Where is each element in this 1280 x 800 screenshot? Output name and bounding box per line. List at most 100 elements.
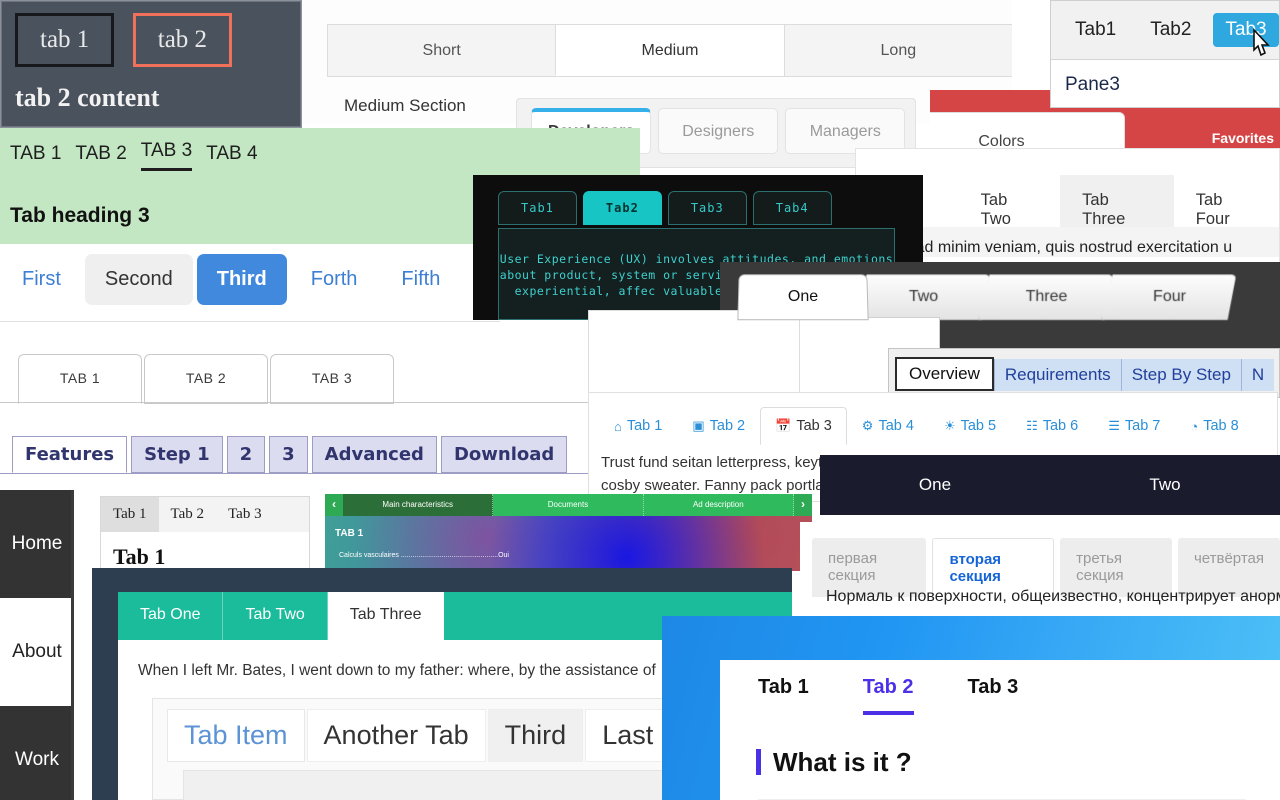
- tab-tab-2[interactable]: tab 2: [132, 13, 233, 67]
- tab-tab-2[interactable]: TAB 2: [75, 143, 126, 171]
- prev-arrow-icon[interactable]: ‹: [325, 494, 343, 516]
- tab-tab-two[interactable]: Tab Two: [223, 592, 328, 640]
- tab-main-characteristics[interactable]: Main characteristics: [343, 494, 494, 516]
- tablist: One Two: [820, 455, 1280, 515]
- sidebar-item-about[interactable]: About: [0, 598, 74, 706]
- tab-tab-3[interactable]: 📅 Tab 3: [760, 407, 847, 445]
- tab-three[interactable]: Three: [978, 274, 1114, 320]
- tablist: Overview Requirements Step By Step N: [895, 357, 1275, 391]
- tab-tab-1[interactable]: ⌂ Tab 1: [599, 407, 677, 445]
- tab-label: Tab 7: [1124, 418, 1161, 434]
- tab-tab-3[interactable]: TAB 3: [270, 354, 394, 404]
- tab-tab-2[interactable]: Tab 2: [159, 497, 217, 532]
- tab-one[interactable]: One: [820, 455, 1050, 515]
- tab-one[interactable]: One: [737, 274, 869, 321]
- tab-tab-item[interactable]: Tab Item: [167, 709, 305, 762]
- tab-tab2[interactable]: Tab2: [1138, 13, 1203, 47]
- tab-panel: TAB 1 Calculs vasculaires ..............…: [325, 516, 812, 571]
- tab-tab3[interactable]: Tab3: [667, 191, 747, 225]
- tab-tab-6[interactable]: ☷ Tab 6: [1011, 407, 1093, 445]
- tab-tab2[interactable]: Tab2: [582, 191, 662, 225]
- tab-tab-5[interactable]: ☀ Tab 5: [929, 407, 1011, 445]
- tab-tab-3[interactable]: TAB 3: [140, 140, 193, 171]
- tab-download[interactable]: Download: [440, 436, 568, 473]
- tab-two[interactable]: Two: [855, 274, 991, 320]
- tab-fifth[interactable]: Fifth: [381, 254, 460, 305]
- tablist: Tab 1 Tab 2 Tab 3: [101, 497, 309, 532]
- tab-third[interactable]: Third: [487, 709, 584, 762]
- tab-tab-1[interactable]: Tab 1: [758, 676, 809, 715]
- server-icon: ☰: [1108, 418, 1120, 433]
- tab-two[interactable]: Two: [1050, 455, 1280, 515]
- tab-tab-3[interactable]: Tab 3: [216, 497, 274, 532]
- tablist: Short Medium Long: [327, 24, 1012, 77]
- tablist: Tab1 Tab2 Tab3: [1051, 1, 1279, 60]
- tab-third[interactable]: Third: [196, 254, 287, 305]
- skewed-tab-widget: One Two Three Four: [720, 262, 1280, 362]
- tab-forth[interactable]: Forth: [291, 254, 378, 305]
- tab-tab-1[interactable]: TAB 1: [10, 143, 61, 171]
- pane3-label: Pane3: [1065, 74, 1120, 95]
- calendar-icon: 📅: [775, 418, 792, 433]
- sidebar-item-home[interactable]: Home: [0, 490, 74, 598]
- tab-tab-4[interactable]: TAB 4: [206, 143, 257, 171]
- tab-tab-2[interactable]: Tab 2: [862, 676, 914, 715]
- tab-medium[interactable]: Medium: [555, 24, 785, 76]
- tab-tab-2[interactable]: TAB 2: [144, 354, 268, 404]
- tab-advanced[interactable]: Advanced: [311, 436, 437, 473]
- tab-long[interactable]: Long: [783, 24, 1012, 76]
- tab-tab-1[interactable]: Tab 1: [101, 497, 159, 532]
- tab-ad-description[interactable]: Ad description: [643, 494, 794, 516]
- next-arrow-icon[interactable]: ›: [793, 494, 812, 516]
- tab-tab-3[interactable]: Tab 3: [968, 676, 1019, 715]
- tab-label: Tab 5: [960, 418, 997, 434]
- tab-tab-1[interactable]: TAB 1: [18, 354, 142, 404]
- tab-designers[interactable]: Designers: [658, 108, 779, 154]
- tab-step-by-step[interactable]: Step By Step: [1120, 359, 1241, 391]
- sitemap-icon: ☷: [1026, 418, 1038, 433]
- numbered-tab-widget: Tab1 Tab2 Tab3 Pane3: [1050, 0, 1280, 108]
- tab-tab-one[interactable]: Tab One: [118, 592, 224, 640]
- panel-heading: What is it ?: [756, 749, 1280, 775]
- left-sidebar: Home About Work: [0, 490, 74, 800]
- tablist: Features Step 1 2 3 Advanced Download: [12, 436, 568, 473]
- tab-documents[interactable]: Documents: [493, 494, 644, 516]
- tab-another-tab[interactable]: Another Tab: [306, 709, 486, 762]
- tab-tab1[interactable]: Tab1: [1063, 13, 1128, 47]
- tab-tab-7[interactable]: ☰ Tab 7: [1093, 407, 1175, 445]
- overview-tab-widget: em ipsum Overview Requirements Step By S…: [888, 348, 1280, 398]
- panel-heading: TAB 1: [335, 528, 364, 539]
- tab-first[interactable]: First: [2, 254, 81, 305]
- tab-step-1[interactable]: Step 1: [131, 436, 223, 473]
- tablist: Tab1 Tab2 Tab3 Tab4: [498, 191, 832, 225]
- tab-second[interactable]: Second: [84, 254, 193, 305]
- tab-features[interactable]: Features: [12, 436, 128, 473]
- tab-overview[interactable]: Overview: [895, 357, 994, 391]
- tablist: TAB 1 TAB 2 TAB 3 TAB 4: [10, 140, 258, 171]
- tab-requirements[interactable]: Requirements: [993, 359, 1121, 391]
- dark-one-two-tabs: One Two: [820, 455, 1280, 515]
- tab-label: Tab 3: [796, 418, 832, 434]
- cursor-pointer-icon: [1253, 28, 1270, 57]
- globe-icon: ☀: [943, 418, 956, 433]
- tab-four[interactable]: Four: [1101, 274, 1237, 320]
- favorites-label[interactable]: Favorites: [1212, 130, 1274, 146]
- tab-next[interactable]: N: [1240, 359, 1275, 391]
- tab-tab-2[interactable]: ▣ Tab 2: [677, 407, 760, 445]
- tab-tab-4[interactable]: ⚙ Tab 4: [847, 407, 929, 445]
- tab-tab-three[interactable]: Tab Three: [327, 592, 444, 640]
- tab-tab1[interactable]: Tab1: [498, 191, 577, 225]
- tab-step-3[interactable]: 3: [269, 436, 308, 473]
- tablist: First Second Third Forth Fifth Sixth: [2, 254, 500, 305]
- blue-gradient-tab-widget: Tab 1 Tab 2 Tab 3 What is it ?: [662, 616, 1280, 800]
- tab-tab-8[interactable]: ◔ Tab 8: [1175, 407, 1253, 445]
- tab-tab-1[interactable]: tab 1: [15, 13, 115, 67]
- gear-icon: ⚙: [861, 418, 874, 433]
- tab-card: Tab 1 Tab 2 Tab 3 What is it ?: [720, 660, 1280, 800]
- sidebar-item-work[interactable]: Work: [0, 706, 74, 800]
- pie-chart-icon: ◔: [1190, 418, 1199, 434]
- tab-tab4[interactable]: Tab4: [752, 191, 832, 225]
- tablist: ‹ Main characteristics Documents Ad desc…: [325, 494, 812, 516]
- tab-short[interactable]: Short: [327, 24, 557, 76]
- tab-step-2[interactable]: 2: [226, 436, 266, 473]
